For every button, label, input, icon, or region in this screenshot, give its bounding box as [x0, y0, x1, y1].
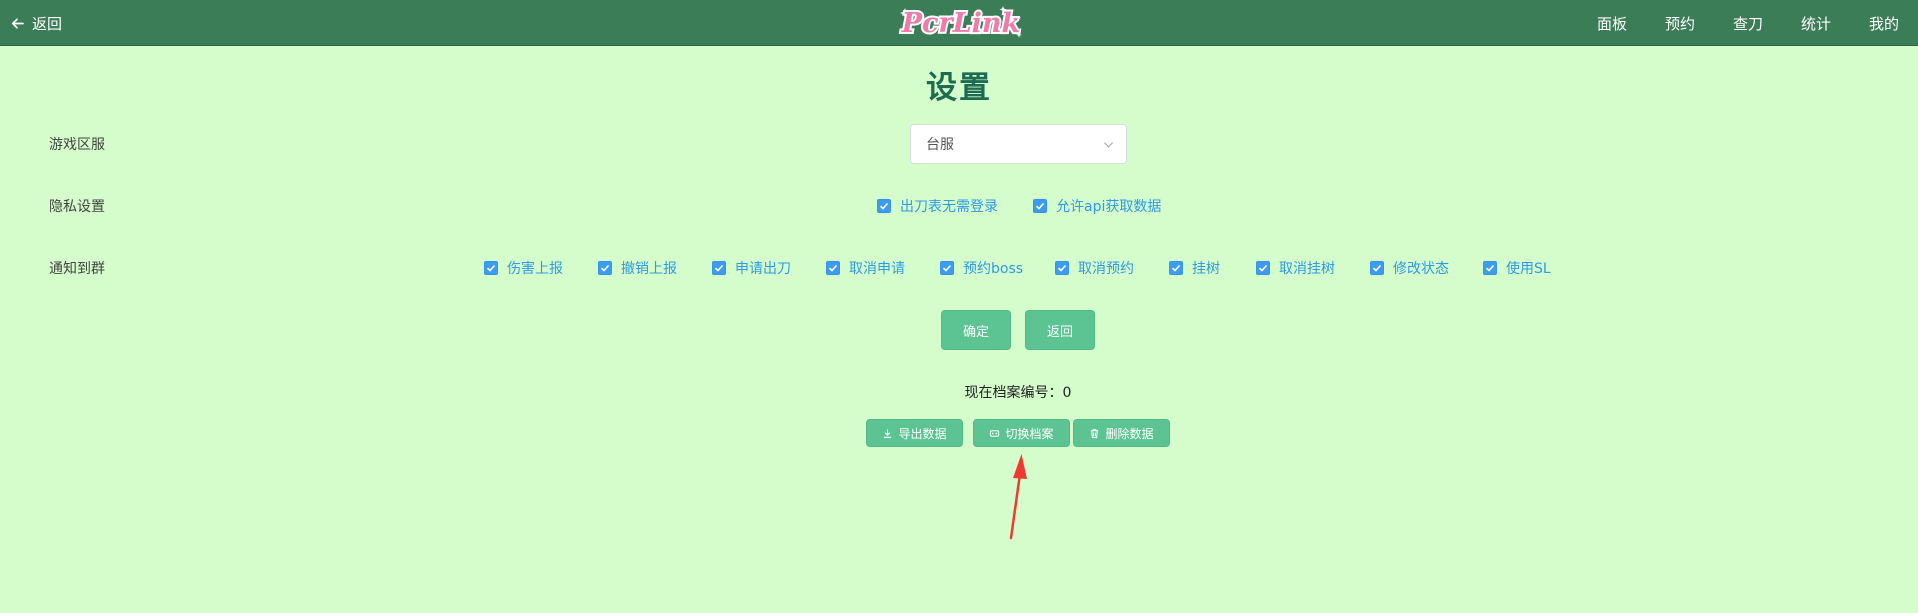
check-icon [1057, 264, 1067, 272]
notify-check-undo-report[interactable]: 撤销上报 [598, 258, 677, 278]
notify-check-cancel-tree[interactable]: 取消挂树 [1256, 258, 1335, 278]
checkbox-checked[interactable] [1169, 261, 1183, 275]
checkbox-checked[interactable] [484, 261, 498, 275]
chevron-down-icon [1103, 142, 1114, 148]
notify-check-cancel-reserve[interactable]: 取消预约 [1055, 258, 1134, 278]
checkbox-checked[interactable] [712, 261, 726, 275]
arrow-left-icon [11, 17, 24, 29]
privacy-label: 隐私设置 [49, 199, 105, 215]
check-icon [486, 264, 496, 272]
nav-item-panel[interactable]: 面板 [1578, 13, 1646, 34]
privacy-check-api[interactable]: 允许api获取数据 [1033, 196, 1161, 216]
check-icon [879, 202, 889, 210]
logo-text: PcrLink [901, 8, 1021, 39]
checkbox-label: 取消申请 [849, 261, 905, 277]
pcrlink-logo[interactable]: PcrLink [895, 2, 1027, 44]
check-icon [1485, 264, 1495, 272]
nav-item-query[interactable]: 查刀 [1714, 13, 1782, 34]
notify-check-hang-tree[interactable]: 挂树 [1169, 258, 1220, 278]
check-icon [1372, 264, 1382, 272]
delete-data-label: 删除数据 [1105, 426, 1154, 441]
checkbox-checked[interactable] [877, 199, 891, 213]
check-icon [828, 264, 838, 272]
notify-check-use-sl[interactable]: 使用SL [1483, 258, 1551, 278]
back-button[interactable]: 返回 [1025, 310, 1095, 350]
checkbox-checked[interactable] [1256, 261, 1270, 275]
back-link-label: 返回 [32, 14, 63, 33]
checkbox-label: 出刀表无需登录 [900, 199, 998, 215]
notify-label: 通知到群 [49, 261, 105, 277]
check-icon [714, 264, 724, 272]
nav-item-mine[interactable]: 我的 [1850, 13, 1918, 34]
checkbox-label: 修改状态 [1393, 261, 1449, 277]
checkbox-checked[interactable] [826, 261, 840, 275]
back-link[interactable]: 返回 [10, 0, 62, 46]
notify-check-modify-status[interactable]: 修改状态 [1370, 258, 1449, 278]
server-select[interactable]: 台服 [910, 124, 1127, 164]
notify-check-apply-attack[interactable]: 申请出刀 [712, 258, 791, 278]
checkbox-checked[interactable] [940, 261, 954, 275]
check-icon [600, 264, 610, 272]
export-data-button[interactable]: 导出数据 [866, 419, 963, 447]
switch-archive-button[interactable]: 切换档案 [973, 419, 1070, 447]
checkbox-label: 取消挂树 [1279, 261, 1335, 277]
page-title: 设置 [926, 70, 992, 106]
confirm-button[interactable]: 确定 [941, 310, 1011, 350]
privacy-check-no-login[interactable]: 出刀表无需登录 [877, 196, 998, 216]
nav-item-stats[interactable]: 统计 [1782, 13, 1850, 34]
download-icon [884, 428, 892, 438]
checkbox-checked[interactable] [1055, 261, 1069, 275]
checkbox-label: 允许api获取数据 [1056, 199, 1162, 215]
switch-archive-label: 切换档案 [1005, 426, 1054, 441]
server-select-value: 台服 [926, 137, 954, 153]
checkbox-checked[interactable] [1483, 261, 1497, 275]
checkbox-label: 使用SL [1506, 261, 1551, 277]
nav-item-reserve[interactable]: 预约 [1646, 13, 1714, 34]
checkbox-label: 撤销上报 [621, 261, 677, 277]
server-label: 游戏区服 [49, 137, 105, 153]
check-icon [942, 264, 952, 272]
export-data-label: 导出数据 [898, 426, 947, 441]
delete-data-button[interactable]: 删除数据 [1073, 419, 1170, 447]
checkbox-label: 挂树 [1192, 261, 1220, 277]
check-icon [1258, 264, 1268, 272]
trash-icon [1091, 428, 1099, 438]
checkbox-label: 预约boss [963, 261, 1024, 277]
notify-check-cancel-apply[interactable]: 取消申请 [826, 258, 905, 278]
switch-icon [990, 429, 1000, 437]
annotation-arrow-icon [1009, 454, 1027, 540]
checkbox-label: 取消预约 [1078, 261, 1134, 277]
checkbox-checked[interactable] [1033, 199, 1047, 213]
check-icon [1035, 202, 1045, 210]
notify-check-reserve-boss[interactable]: 预约boss [940, 258, 1023, 278]
top-bar: 返回 PcrLink 面板 预约 查刀 统计 我的 [0, 0, 1918, 46]
top-nav: 面板 预约 查刀 统计 我的 [1578, 0, 1918, 46]
checkbox-checked[interactable] [1370, 261, 1384, 275]
current-archive-number: 现在档案编号：0 [964, 385, 1072, 401]
check-icon [1171, 264, 1181, 272]
checkbox-label: 申请出刀 [735, 261, 791, 277]
notify-check-damage-report[interactable]: 伤害上报 [484, 258, 563, 278]
checkbox-label: 伤害上报 [507, 261, 563, 277]
checkbox-checked[interactable] [598, 261, 612, 275]
